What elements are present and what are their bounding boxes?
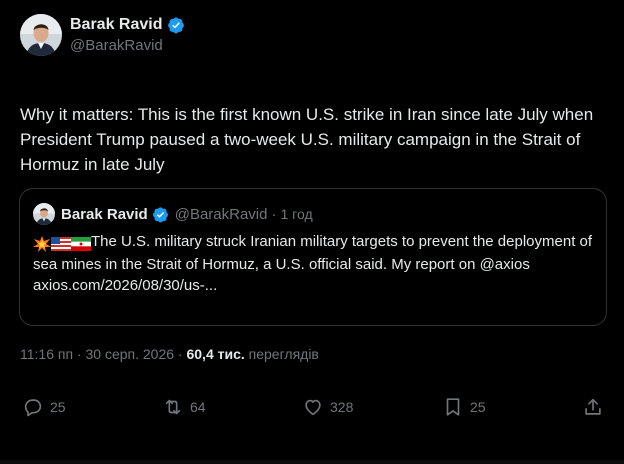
tweet-header: Barak Ravid @BarakRavid: [20, 14, 185, 56]
quote-author-handle: @BarakRavid: [174, 205, 268, 223]
author-names: Barak Ravid @BarakRavid: [70, 15, 185, 56]
quote-text-block: The U.S. military struck Iranian militar…: [33, 231, 597, 296]
verified-badge-icon[interactable]: [167, 16, 185, 34]
quote-avatar: [33, 203, 55, 225]
reply-count: 25: [50, 399, 66, 415]
avatar[interactable]: [20, 14, 62, 56]
share-button[interactable]: [582, 396, 604, 418]
quote-header: Barak Ravid @BarakRavid · 1 год: [33, 203, 313, 225]
share-icon: [582, 396, 604, 418]
iran-flag-icon: [71, 233, 91, 254]
tweet-actions: 25 64 328 25: [0, 396, 624, 422]
quote-author-name: Barak Ravid: [61, 205, 148, 223]
quote-time: 1 год: [280, 206, 313, 222]
meta-separator: ·: [177, 346, 183, 362]
quote-link[interactable]: axios.com/2026/08/30/us-...: [33, 277, 217, 294]
author-handle[interactable]: @BarakRavid: [70, 36, 185, 56]
author-display-name[interactable]: Barak Ravid: [70, 15, 163, 35]
bookmark-button[interactable]: 25: [442, 396, 486, 418]
collision-icon: [33, 233, 51, 254]
retweet-button[interactable]: 64: [162, 396, 206, 418]
views-count: 60,4 тис.: [186, 346, 245, 362]
reply-icon: [22, 396, 44, 418]
quote-tweet-card[interactable]: Barak Ravid @BarakRavid · 1 год The U.S.…: [19, 188, 607, 326]
tweet-text: Why it matters: This is the first known …: [20, 105, 594, 174]
like-button[interactable]: 328: [302, 396, 353, 418]
quote-verified-badge-icon: [152, 206, 169, 223]
quote-text: The U.S. military struck Iranian militar…: [33, 233, 593, 273]
bookmark-icon: [442, 396, 464, 418]
heart-icon: [302, 396, 324, 418]
divider: [0, 460, 624, 464]
tweet-meta: 11:16 пп · 30 серп. 2026 · 60,4 тис. пер…: [20, 346, 319, 362]
quote-separator: ·: [271, 205, 277, 223]
tweet-page: Barak Ravid @BarakRavid Why it matters: …: [0, 0, 624, 464]
views-label: переглядів: [248, 346, 319, 362]
retweet-count: 64: [190, 399, 206, 415]
reply-button[interactable]: 25: [22, 396, 66, 418]
bookmark-count: 25: [470, 399, 486, 415]
like-count: 328: [330, 399, 354, 415]
us-flag-icon: [51, 233, 71, 254]
retweet-icon: [162, 396, 184, 418]
name-row: Barak Ravid: [70, 15, 185, 35]
tweet-timestamp[interactable]: 11:16 пп · 30 серп. 2026: [20, 346, 174, 362]
